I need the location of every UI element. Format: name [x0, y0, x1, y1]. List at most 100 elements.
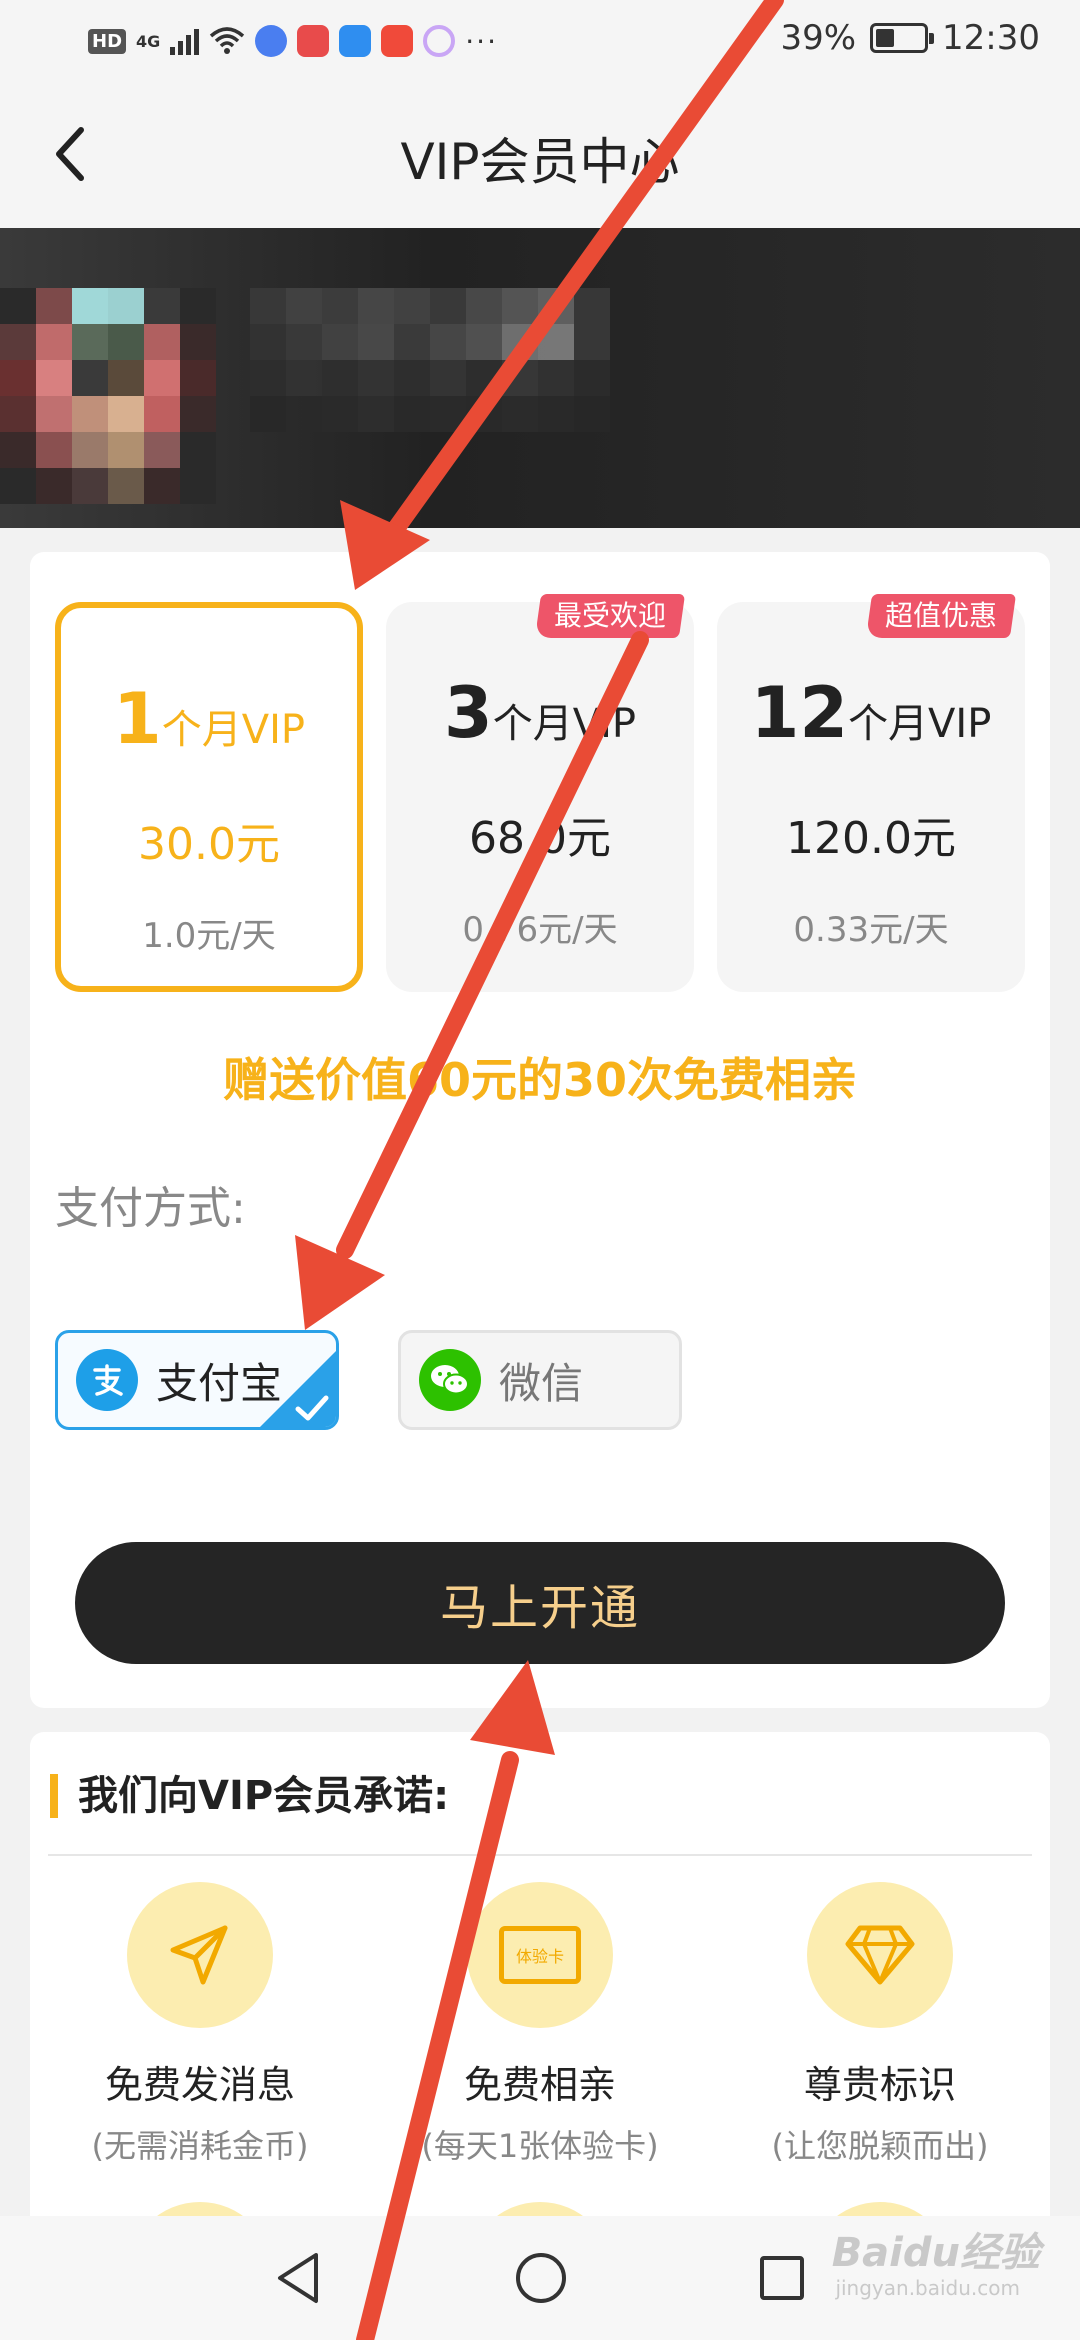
plan-daily-price: 1.0元/天 [142, 916, 276, 956]
clock: 12:30 [942, 18, 1040, 58]
network-type: 4G [136, 31, 161, 51]
pay-option-label: 微信 [499, 1358, 584, 1408]
mosaic-pixel [36, 468, 72, 504]
mosaic-pixel [36, 396, 72, 432]
mosaic-pixel [36, 432, 72, 468]
mosaic-pixel [250, 324, 286, 360]
profile-banner [0, 228, 1080, 528]
mosaic-pixel [36, 360, 72, 396]
mosaic-pixel [322, 396, 358, 432]
mosaic-pixel [0, 324, 36, 360]
nav-back-icon[interactable] [274, 2251, 324, 2305]
mosaic-pixel [250, 360, 286, 396]
plan-tag-text: 最受欢迎 [553, 599, 666, 632]
mosaic-pixel [144, 288, 180, 324]
plan-tag-text: 超值优惠 [884, 599, 997, 632]
pay-option-alipay[interactable]: 支付宝 [55, 1330, 339, 1430]
mosaic-pixel [180, 288, 216, 324]
plan-tag: 超值优惠 [865, 594, 1017, 638]
mosaic-pixel [180, 468, 216, 504]
mosaic-pixel [36, 288, 72, 324]
plan-tag: 最受欢迎 [534, 594, 686, 638]
baidu-watermark-url: jingyan.baidu.com [835, 2276, 1020, 2300]
plan-price: 30.0元 [138, 819, 280, 870]
open-vip-button[interactable]: 马上开通 [75, 1542, 1005, 1664]
plan-name: 12个月VIP [717, 672, 1025, 754]
mosaic-pixel [574, 288, 610, 324]
mosaic-pixel [322, 360, 358, 396]
diamond-icon [807, 1882, 953, 2028]
mosaic-pixel [108, 432, 144, 468]
mosaic-pixel [394, 396, 430, 432]
mosaic-pixel [394, 288, 430, 324]
mosaic-pixel [394, 360, 430, 396]
mosaic-pixel [358, 288, 394, 324]
checkmark-icon [295, 1395, 329, 1421]
mosaic-pixel [72, 288, 108, 324]
mosaic-pixel [574, 396, 610, 432]
plan-option-3-months[interactable]: 最受欢迎 3个月VIP 68.0元 0.76元/天 [386, 594, 694, 992]
status-bar-left: HD 4G ··· [88, 22, 498, 60]
pay-option-wechat[interactable]: 微信 [398, 1330, 682, 1430]
signal-icon [170, 27, 200, 55]
more-dots-icon: ··· [465, 24, 498, 58]
mosaic-pixel [108, 288, 144, 324]
vip-promise-section: 我们向VIP会员承诺: 免费发消息 (无需消耗金币) 体验卡 免费相亲 (每天1… [30, 1732, 1050, 2340]
mosaic-pixel [286, 360, 322, 396]
mosaic-pixel [250, 288, 286, 324]
plan-daily-price: 0.76元/天 [462, 910, 618, 950]
plan-option-1-month[interactable]: 1个月VIP 30.0元 1.0元/天 [55, 602, 363, 992]
mosaic-pixel [322, 288, 358, 324]
benefit-title: 尊贵标识 [803, 2063, 956, 2107]
mosaic-pixel [250, 396, 286, 432]
vip-purchase-card: 1个月VIP 30.0元 1.0元/天 最受欢迎 3个月VIP 68.0元 0.… [30, 552, 1050, 1708]
plan-option-12-months[interactable]: 超值优惠 12个月VIP 120.0元 0.33元/天 [717, 594, 1025, 992]
mosaic-pixel [394, 324, 430, 360]
benefit-subtitle: (让您脱颖而出) [771, 2127, 989, 2165]
benefit-vip-badge: 尊贵标识 (让您脱颖而出) [710, 1882, 1050, 2167]
mosaic-pixel [0, 432, 36, 468]
benefit-subtitle: (每天1张体验卡) [421, 2127, 659, 2165]
mosaic-pixel [180, 396, 216, 432]
mosaic-pixel [144, 360, 180, 396]
mosaic-pixel [502, 324, 538, 360]
store-app-icon [381, 25, 414, 57]
promise-title: 我们向VIP会员承诺: [50, 1774, 449, 1818]
page-title: VIP会员中心 [400, 133, 680, 191]
nav-home-icon[interactable] [514, 2251, 568, 2305]
wifi-icon [210, 27, 245, 54]
mosaic-pixel [144, 396, 180, 432]
mosaic-pixel [502, 360, 538, 396]
title-bar: VIP会员中心 [0, 80, 1080, 228]
mosaic-pixel [286, 288, 322, 324]
avatar [0, 288, 216, 504]
mosaic-pixel [430, 324, 466, 360]
mosaic-pixel [286, 396, 322, 432]
mosaic-pixel [108, 324, 144, 360]
benefit-title: 免费发消息 [104, 2063, 295, 2107]
mosaic-pixel [72, 432, 108, 468]
battery-icon [870, 23, 935, 53]
plan-price: 120.0元 [786, 813, 956, 864]
plan-unit: 个月VIP [161, 707, 305, 753]
trial-card-text: 体验卡 [515, 1947, 564, 1966]
plan-unit: 个月VIP [492, 701, 636, 747]
plan-name: 3个月VIP [386, 672, 694, 754]
mosaic-pixel [502, 288, 538, 324]
huawei-app-icon [297, 25, 330, 57]
mosaic-pixel [108, 468, 144, 504]
plan-months: 12 [750, 672, 849, 754]
benefit-subtitle: (无需消耗金币) [91, 2127, 309, 2165]
mosaic-pixel [574, 360, 610, 396]
mosaic-pixel [108, 360, 144, 396]
paper-plane-icon [127, 1882, 273, 2028]
mosaic-pixel [466, 360, 502, 396]
nav-recents-icon[interactable] [758, 2254, 806, 2302]
mosaic-pixel [144, 468, 180, 504]
plan-price: 68.0元 [469, 813, 611, 864]
mosaic-pixel [538, 360, 574, 396]
plan-name: 1个月VIP [61, 678, 357, 760]
mosaic-pixel [430, 360, 466, 396]
plan-months: 1 [113, 678, 162, 760]
plan-unit: 个月VIP [848, 701, 992, 747]
